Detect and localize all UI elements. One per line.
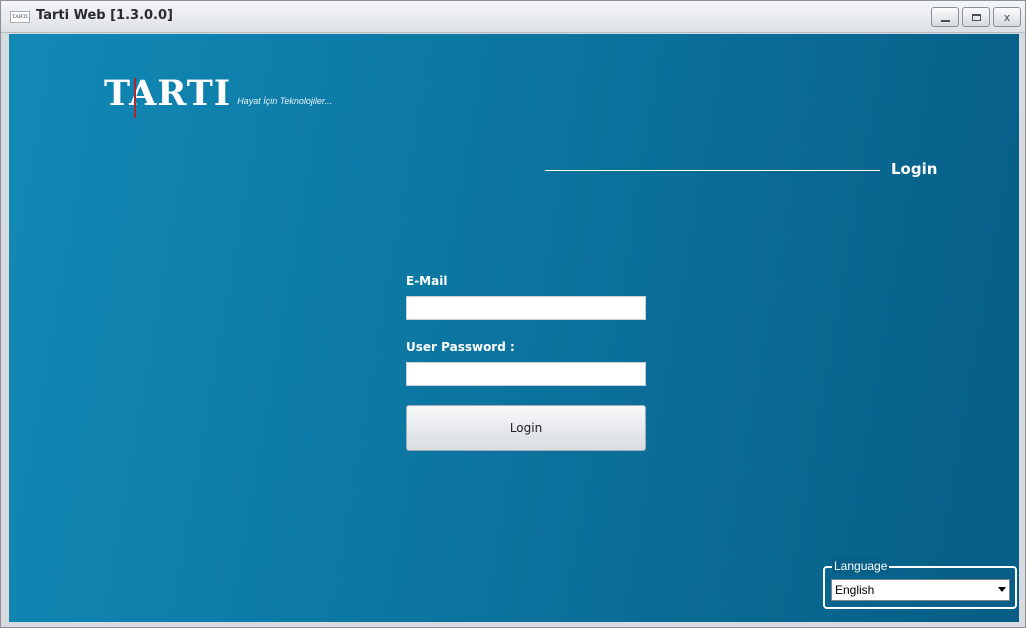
login-button[interactable]: Login	[406, 405, 646, 451]
minimize-icon	[940, 19, 950, 22]
password-label: User Password :	[406, 340, 515, 354]
logo-text: TARTI	[104, 73, 232, 114]
page-title: Login	[891, 160, 938, 178]
logo-accent-bar	[134, 78, 136, 118]
login-panel: TARTI Hayat İçin Teknolojiler... Login E…	[9, 34, 1019, 622]
email-label: E-Mail	[406, 274, 448, 288]
maximize-button[interactable]	[962, 7, 990, 27]
app-window: TARTI Tarti Web [1.3.0.0] x TARTI Hayat …	[0, 0, 1026, 628]
password-field[interactable]	[406, 362, 646, 386]
brand-logo: TARTI Hayat İçin Teknolojiler...	[104, 73, 333, 118]
language-legend: Language	[832, 558, 890, 574]
minimize-button[interactable]	[931, 7, 959, 27]
app-logo-icon: TARTI	[10, 11, 30, 23]
title-bar[interactable]: TARTI Tarti Web [1.3.0.0] x	[1, 1, 1025, 33]
language-select[interactable]: English	[831, 579, 1010, 601]
language-group: Language English	[823, 558, 1017, 609]
email-field[interactable]	[406, 296, 646, 320]
logo-tagline: Hayat İçin Teknolojiler...	[237, 96, 333, 106]
maximize-icon	[971, 13, 981, 21]
heading-divider	[545, 170, 880, 171]
close-icon: x	[1003, 10, 1011, 24]
chevron-down-icon[interactable]	[998, 587, 1006, 592]
language-selected-value: English	[835, 583, 875, 597]
close-button[interactable]: x	[993, 7, 1021, 27]
logo-wordmark: TARTI	[104, 73, 232, 118]
window-title: Tarti Web [1.3.0.0]	[36, 8, 173, 23]
